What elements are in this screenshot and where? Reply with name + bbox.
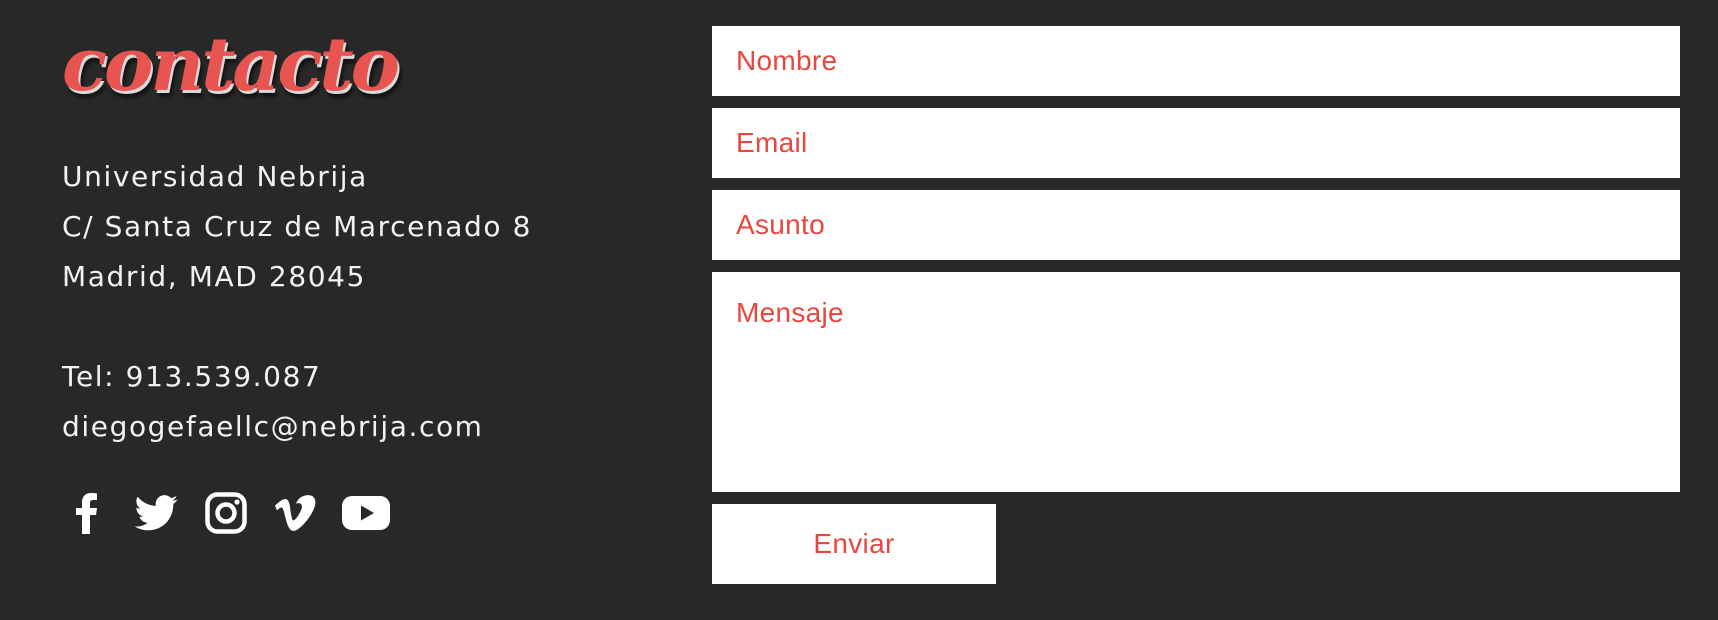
vimeo-icon[interactable] xyxy=(272,489,320,537)
address-line-institution: Universidad Nebrija xyxy=(62,160,368,193)
subject-field[interactable]: Asunto xyxy=(712,190,1680,260)
contact-info-section: contacto Universidad Nebrija C/ Santa Cr… xyxy=(62,0,662,620)
social-links xyxy=(62,489,412,537)
twitter-icon[interactable] xyxy=(132,489,180,537)
submit-button[interactable]: Enviar xyxy=(712,504,996,584)
name-field[interactable]: Nombre xyxy=(712,26,1680,96)
message-field[interactable]: Mensaje xyxy=(712,272,1680,492)
contact-heading: contacto xyxy=(62,22,400,108)
facebook-icon[interactable] xyxy=(62,489,110,537)
instagram-icon[interactable] xyxy=(202,489,250,537)
youtube-icon[interactable] xyxy=(342,489,390,537)
address-line-city: Madrid, MAD 28045 xyxy=(62,260,367,293)
email-link[interactable]: diegogefaellc@nebrija.com xyxy=(62,402,484,452)
address-line-street: C/ Santa Cruz de Marcenado 8 xyxy=(62,210,533,243)
phone-number: Tel: 913.539.087 xyxy=(62,360,322,393)
email-field[interactable]: Email xyxy=(712,108,1680,178)
contact-form: Nombre Email Asunto Mensaje Enviar xyxy=(712,0,1680,620)
address-block: Universidad Nebrija C/ Santa Cruz de Mar… xyxy=(62,152,532,302)
contact-details: Tel: 913.539.087 diegogefaellc@nebrija.c… xyxy=(62,352,484,452)
